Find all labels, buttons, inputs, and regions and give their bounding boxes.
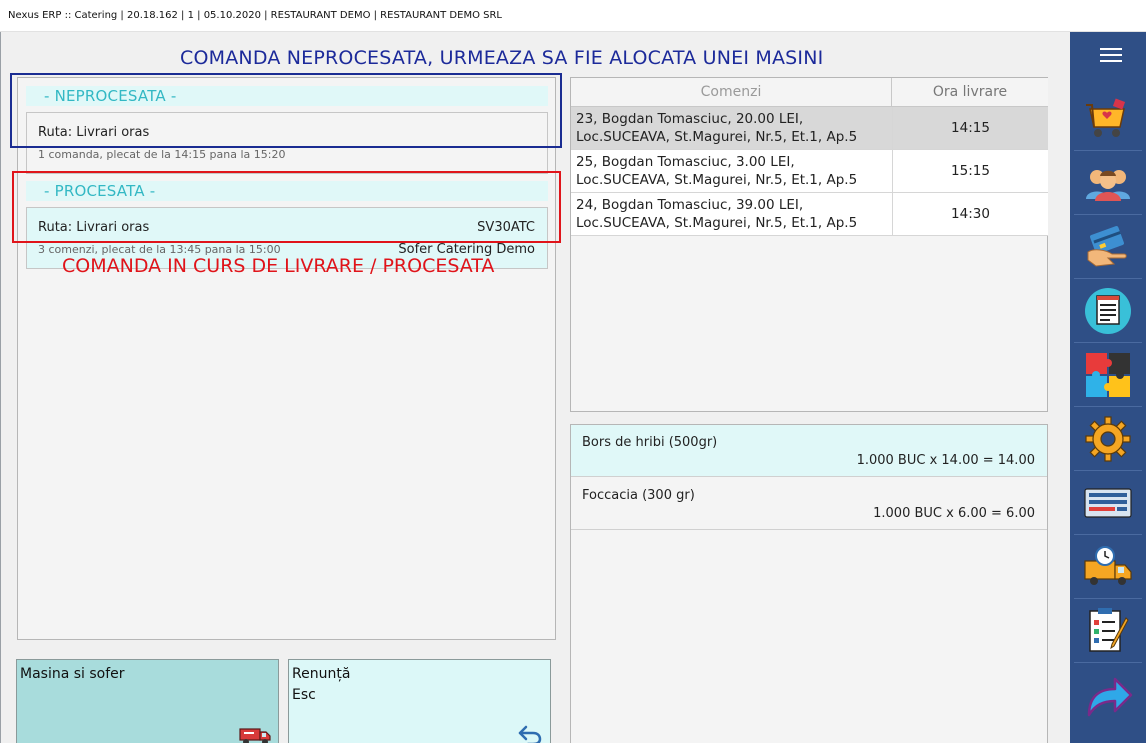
- undo-arrow-icon: [516, 723, 544, 743]
- modules-button[interactable]: [1074, 344, 1142, 407]
- payment-card-icon: [1087, 226, 1127, 267]
- right-sidebar: [1070, 32, 1146, 743]
- item-calc: 1.000 BUC x 6.00 = 6.00: [873, 506, 1035, 521]
- routes-panel: - NEPROCESATA - Ruta: Livrari oras 1 com…: [17, 77, 556, 640]
- exit-arrow-icon: [1087, 677, 1133, 716]
- order-line2: Loc.SUCEAVA, St.Magurei, Nr.5, Et.1, Ap.…: [576, 172, 858, 188]
- item-row[interactable]: Foccacia (300 gr) 1.000 BUC x 6.00 = 6.0…: [571, 478, 1047, 530]
- car-and-driver-button[interactable]: Masina si sofer: [16, 659, 279, 743]
- order-row[interactable]: 24, Bogdan Tomasciuc, 39.00 LEI, Loc.SUC…: [571, 193, 1048, 236]
- receipt-button[interactable]: [1074, 280, 1142, 343]
- order-line1: 24, Bogdan Tomasciuc, 39.00 LEI,: [576, 197, 804, 213]
- item-name: Bors de hribi (500gr): [582, 435, 718, 450]
- car-and-driver-label: Masina si sofer: [20, 666, 125, 682]
- delivery-button[interactable]: [1074, 536, 1142, 599]
- cancel-button[interactable]: Renunță Esc: [288, 659, 551, 743]
- order-time: 14:15: [892, 107, 1048, 150]
- delivery-van-icon: [1084, 546, 1132, 585]
- order-row[interactable]: 25, Bogdan Tomasciuc, 3.00 LEI, Loc.SUCE…: [571, 150, 1048, 193]
- keyboard-button[interactable]: [1074, 472, 1142, 535]
- order-items-panel: Bors de hribi (500gr) 1.000 BUC x 14.00 …: [570, 424, 1048, 743]
- item-calc: 1.000 BUC x 14.00 = 14.00: [856, 453, 1035, 468]
- receipt-icon: [1085, 288, 1131, 334]
- menu-icon: [1100, 48, 1122, 66]
- delivery-truck-icon: [238, 723, 272, 743]
- exit-button[interactable]: [1074, 664, 1142, 727]
- delivery-cart-icon: [1086, 98, 1126, 137]
- order-line1: 23, Bogdan Tomasciuc, 20.00 LEI,: [576, 111, 804, 127]
- menu-button[interactable]: [1074, 32, 1142, 88]
- customers-icon: [1086, 170, 1130, 201]
- processed-highlight-box: [12, 171, 561, 243]
- delivery-cart-button[interactable]: [1074, 88, 1142, 151]
- order-description: 24, Bogdan Tomasciuc, 39.00 LEI, Loc.SUC…: [576, 196, 886, 232]
- order-row[interactable]: 23, Bogdan Tomasciuc, 20.00 LEI, Loc.SUC…: [571, 107, 1048, 150]
- payment-button[interactable]: [1074, 216, 1142, 279]
- checklist-icon: [1089, 608, 1129, 652]
- order-time: 14:30: [892, 193, 1048, 236]
- route-subtitle: 1 comanda, plecat de la 14:15 pana la 15…: [38, 148, 286, 161]
- settings-gear-icon: [1085, 416, 1131, 462]
- orders-column-header: Comenzi: [571, 78, 892, 107]
- window-title: Nexus ERP :: Catering | 20.18.162 | 1 | …: [0, 0, 1146, 32]
- order-description: 23, Bogdan Tomasciuc, 20.00 LEI, Loc.SUC…: [576, 110, 886, 146]
- item-row[interactable]: Bors de hribi (500gr) 1.000 BUC x 14.00 …: [571, 425, 1047, 477]
- order-line2: Loc.SUCEAVA, St.Magurei, Nr.5, Et.1, Ap.…: [576, 215, 858, 231]
- order-line1: 25, Bogdan Tomasciuc, 3.00 LEI,: [576, 154, 795, 170]
- unprocessed-highlight-box: [10, 73, 562, 148]
- order-description: 25, Bogdan Tomasciuc, 3.00 LEI, Loc.SUCE…: [576, 153, 886, 189]
- unprocessed-annotation: COMANDA NEPROCESATA, URMEAZA SA FIE ALOC…: [180, 47, 824, 69]
- delivery-time-column-header: Ora livrare: [892, 78, 1048, 107]
- checklist-button[interactable]: [1074, 600, 1142, 663]
- keyboard-icon: [1084, 488, 1132, 518]
- cancel-label: Renunță Esc: [292, 666, 351, 703]
- orders-table: Comenzi Ora livrare 23, Bogdan Tomasciuc…: [570, 77, 1048, 412]
- customers-button[interactable]: [1074, 152, 1142, 215]
- settings-button[interactable]: [1074, 408, 1142, 471]
- order-time: 15:15: [892, 150, 1048, 193]
- item-name: Foccacia (300 gr): [582, 488, 695, 503]
- puzzle-icon: [1086, 353, 1130, 397]
- processed-annotation: COMANDA IN CURS DE LIVRARE / PROCESATA: [62, 255, 495, 277]
- order-line2: Loc.SUCEAVA, St.Magurei, Nr.5, Et.1, Ap.…: [576, 129, 858, 145]
